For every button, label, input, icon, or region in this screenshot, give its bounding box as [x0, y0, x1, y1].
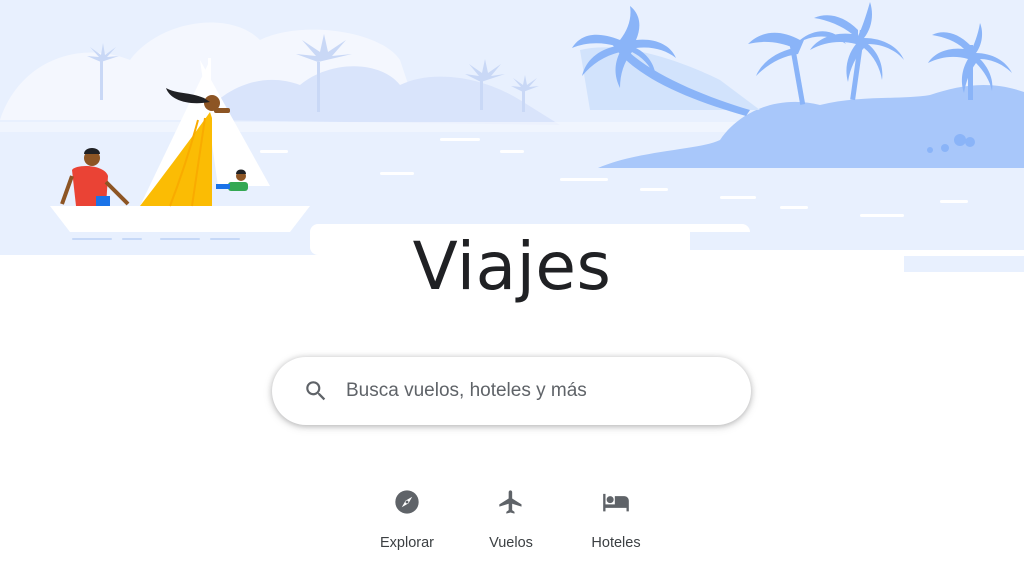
nav-hoteles-label: Hoteles [591, 535, 641, 551]
search-box[interactable] [272, 357, 751, 425]
bed-icon [603, 493, 629, 512]
search-icon[interactable] [303, 378, 329, 404]
search-input[interactable] [346, 380, 706, 402]
page-title: Viajes [412, 228, 612, 305]
nav-explorar[interactable]: Explorar [362, 480, 452, 551]
nav-hoteles[interactable]: Hoteles [571, 480, 661, 551]
compass-icon [395, 490, 419, 514]
nav-vuelos[interactable]: Vuelos [466, 480, 556, 551]
airplane-icon [499, 490, 522, 514]
nav-vuelos-label: Vuelos [489, 535, 533, 551]
travel-nav: Explorar Vuelos Hoteles [0, 480, 1024, 560]
nav-explorar-label: Explorar [380, 535, 434, 551]
